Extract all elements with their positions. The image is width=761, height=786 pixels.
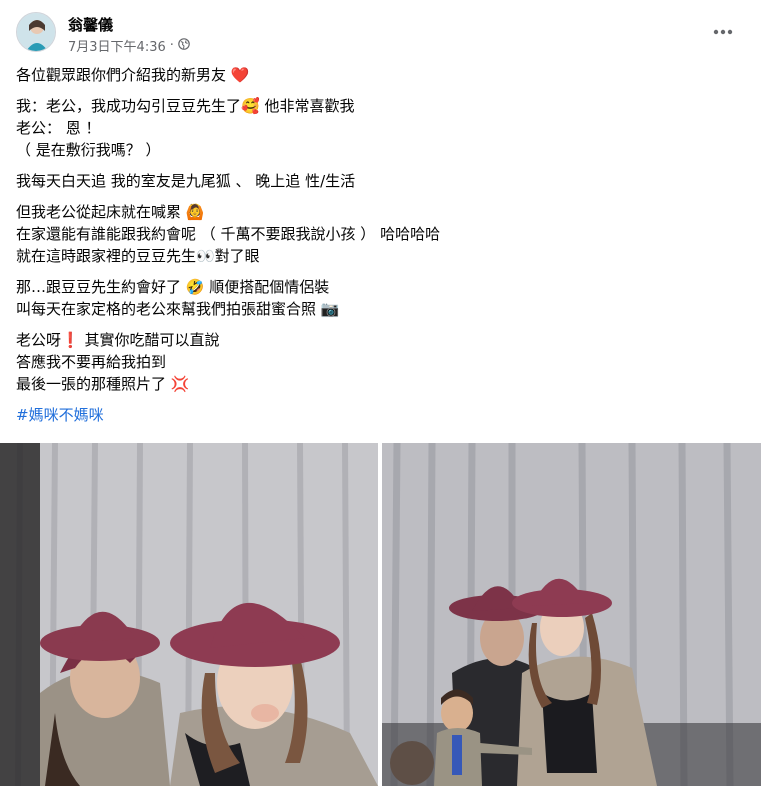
post-line: 那…跟豆豆先生約會好了 🤣 順便搭配個情侶裝 bbox=[16, 278, 330, 296]
post-paragraph: 但我老公從起床就在喊累 🙆 在家還能有誰能跟我約會呢 （ 千萬不要跟我說小孩 ）… bbox=[16, 201, 745, 267]
post-line: 老公呀❗ 其實你吃醋可以直說 bbox=[16, 331, 220, 349]
post-line: 在家還能有誰能跟我約會呢 （ 千萬不要跟我說小孩 ） 哈哈哈哈 bbox=[16, 225, 441, 243]
post-line: 但我老公從起床就在喊累 🙆 bbox=[16, 203, 205, 221]
selfie-two-hats-photo bbox=[0, 443, 378, 786]
post-line: 叫每天在家定格的老公來幫我們拍張甜蜜合照 📷 bbox=[16, 300, 340, 318]
post-line: 各位觀眾跟你們介紹我的新男友 ❤️ bbox=[16, 66, 250, 84]
post-text: 各位觀眾跟你們介紹我的新男友 ❤️ 我：老公，我成功勾引豆豆先生了🥰 他非常喜歡… bbox=[16, 64, 745, 435]
photo-grid bbox=[0, 443, 761, 786]
meta-separator: · bbox=[169, 38, 174, 53]
more-options-button[interactable] bbox=[711, 22, 735, 42]
photo-1[interactable] bbox=[0, 443, 378, 786]
post-paragraph: 老公呀❗ 其實你吃醋可以直說 答應我不要再給我拍到 最後一張的那種照片了 💢 bbox=[16, 329, 745, 395]
more-horizontal-icon bbox=[713, 29, 733, 35]
post-paragraph: 那…跟豆豆先生約會好了 🤣 順便搭配個情侶裝 叫每天在家定格的老公來幫我們拍張甜… bbox=[16, 276, 745, 320]
post-line: 我：老公，我成功勾引豆豆先生了🥰 他非常喜歡我 bbox=[16, 97, 355, 115]
author-name[interactable]: 翁馨儀 bbox=[68, 14, 113, 35]
post-line: 最後一張的那種照片了 💢 bbox=[16, 375, 190, 393]
post-line: （ 是在敷衍我嗎？ ） bbox=[16, 141, 161, 159]
avatar-image bbox=[17, 13, 55, 51]
post-header: 翁馨儀 7月3日下午4:36 · bbox=[16, 12, 745, 56]
post-paragraph: 各位觀眾跟你們介紹我的新男友 ❤️ bbox=[16, 64, 745, 86]
post-paragraph: 我每天白天追 我的室友是九尾狐 、 晚上追 性/生活 bbox=[16, 170, 745, 192]
avatar[interactable] bbox=[16, 12, 56, 52]
post-timestamp[interactable]: 7月3日下午4:36 bbox=[68, 36, 166, 55]
post-paragraph: #媽咪不媽咪 bbox=[16, 404, 745, 426]
post-line: 答應我不要再給我拍到 bbox=[16, 353, 167, 371]
hashtag-link[interactable]: #媽咪不媽咪 bbox=[16, 404, 745, 426]
post-meta: 7月3日下午4:36 · bbox=[68, 36, 190, 55]
post-line: 就在這時跟家裡的豆豆先生👀對了眼 bbox=[16, 247, 260, 265]
post-line: 我每天白天追 我的室友是九尾狐 、 晚上追 性/生活 bbox=[16, 172, 356, 190]
post-paragraph: 我：老公，我成功勾引豆豆先生了🥰 他非常喜歡我 老公： 恩 ！ （ 是在敷衍我嗎… bbox=[16, 95, 745, 161]
post-line: 老公： 恩 ！ bbox=[16, 119, 101, 137]
photo-2[interactable] bbox=[382, 443, 761, 786]
globe-icon bbox=[178, 37, 190, 54]
couple-with-doll-photo bbox=[382, 443, 761, 786]
